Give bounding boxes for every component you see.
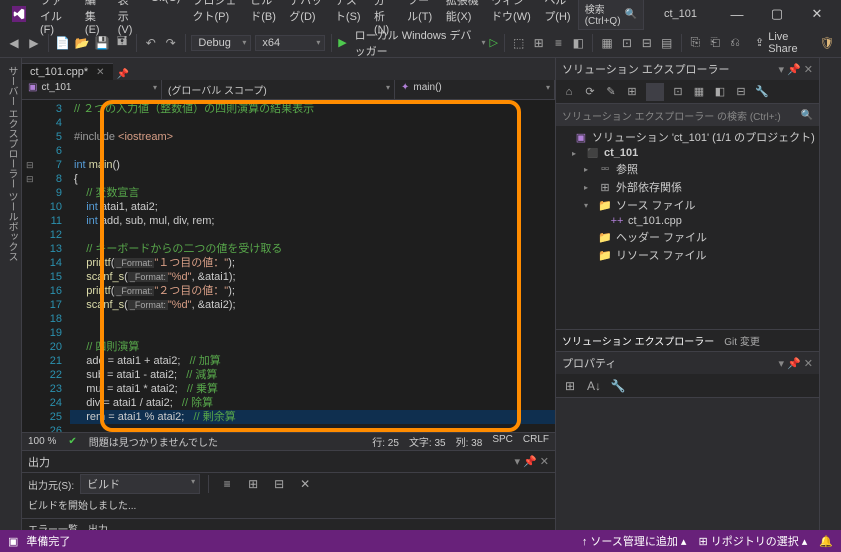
editor-tabs: ct_101.cpp* ✕ 📌	[22, 58, 555, 80]
tb-icon[interactable]: ⬚	[511, 33, 527, 53]
bell-icon[interactable]: 🔔	[819, 535, 833, 548]
add-source-control[interactable]: ↑ ソース管理に追加 ▴	[582, 533, 687, 549]
tab-active[interactable]: ct_101.cpp* ✕	[22, 63, 113, 80]
solution-search[interactable]: ソリューション エクスプローラー の検索 (Ctrl+:) 🔍	[556, 104, 819, 126]
new-icon[interactable]: 📄	[55, 33, 71, 53]
output-title: 出力	[28, 454, 50, 470]
solution-explorer-toolbar: ⌂ ⟳ ✎ ⊞ ⊡ ▦ ◧ ⊟ 🔧	[556, 80, 819, 104]
admin-icon[interactable]: 🛡	[819, 33, 835, 53]
repo-icon: ⊞	[698, 536, 707, 548]
window-buttons: — ▢ ✕	[717, 0, 837, 28]
back-icon[interactable]: ◀	[6, 33, 22, 53]
solution-title: ct_101	[664, 8, 697, 20]
maximize-button[interactable]: ▢	[757, 0, 797, 28]
nav-function[interactable]: ✦main()	[395, 80, 555, 99]
folder-icon: 📁	[598, 231, 612, 244]
dropdown-icon[interactable]: ▾ 📌 ✕	[778, 63, 813, 76]
close-icon[interactable]: ✕	[96, 67, 104, 78]
output-panel: 出力 ▾ 📌 ✕ 出力元(S): ビルド ≡ ⊞ ⊟ ✕ ビルドを開始しました.…	[22, 450, 555, 538]
external-icon: ⊞	[598, 181, 612, 194]
check-icon: ✔	[68, 436, 76, 447]
solution-tree[interactable]: ▣ソリューション 'ct_101' (1/1 のプロジェクト) ▸⬛ct_101…	[556, 126, 819, 329]
tb-icon[interactable]: ⊡	[669, 83, 687, 101]
placeholder: 検索 (Ctrl+Q)	[585, 1, 621, 27]
panel-tab[interactable]: ソリューション エクスプローラー	[562, 333, 714, 348]
toolbar: ◀ ▶ 📄 📂 💾 🖬 ↶ ↷ Debug x64 ▶ ローカル Windows…	[0, 28, 841, 58]
dropdown-icon[interactable]: ▾ 📌 ✕	[778, 357, 813, 370]
solution-icon: ▣	[574, 131, 588, 144]
platform-dropdown[interactable]: x64	[255, 35, 325, 51]
tb-icon[interactable]: ▦	[690, 83, 708, 101]
editor-statusbar: 100 % ✔ 問題は見つかりませんでした 行: 25 文字: 35 列: 38…	[22, 432, 555, 450]
wrench-icon[interactable]: 🔧	[753, 83, 771, 101]
debug-target[interactable]: ローカル Windows デバッガー	[351, 27, 478, 59]
saveall-icon[interactable]: 🖬	[114, 33, 130, 53]
tb-icon[interactable]: ⎗	[707, 33, 723, 53]
nav-project[interactable]: ▣ct_101	[22, 80, 162, 99]
vs-logo-icon	[12, 6, 26, 22]
close-button[interactable]: ✕	[797, 0, 837, 28]
right-rail	[819, 58, 841, 538]
tb-icon[interactable]: ✕	[295, 474, 315, 494]
tb-icon[interactable]: ⊞	[623, 83, 641, 101]
tb-icon[interactable]: ⊞	[531, 33, 547, 53]
project-icon: ⬛	[586, 148, 600, 159]
tb-icon[interactable]: ▤	[659, 33, 675, 53]
live-share[interactable]: ⇪ Live Share	[747, 31, 815, 55]
tb-icon[interactable]: ⊟	[269, 474, 289, 494]
properties-header: プロパティ ▾ 📌 ✕	[556, 352, 819, 374]
output-icon[interactable]: ▣	[8, 535, 18, 548]
tb-icon[interactable]: ⊡	[619, 33, 635, 53]
title-bar: ファイル(F)編集(E)表示(V)Git(G)プロジェクト(P)ビルド(B)デバ…	[0, 0, 841, 28]
tb-icon[interactable]: ⊞	[243, 474, 263, 494]
undo-icon[interactable]: ↶	[143, 33, 159, 53]
solution-explorer-header: ソリューション エクスプローラー ▾ 📌 ✕	[556, 58, 819, 80]
tb-icon[interactable]: ⊟	[732, 83, 750, 101]
tb-icon[interactable]: ✎	[602, 83, 620, 101]
liveshare-icon: ⇪	[755, 36, 764, 49]
config-dropdown[interactable]: Debug	[191, 35, 251, 51]
save-icon[interactable]: 💾	[94, 33, 110, 53]
tb-icon[interactable]: ⎘	[687, 33, 703, 53]
panel-tab[interactable]: Git 変更	[724, 333, 760, 348]
categorize-icon[interactable]: ⊞	[560, 376, 580, 396]
references-icon: ▫▫	[598, 163, 612, 175]
output-src-dropdown[interactable]: ビルド	[80, 474, 200, 494]
tb-icon[interactable]: ≡	[217, 474, 237, 494]
tb-icon[interactable]: ⊟	[639, 33, 655, 53]
tb-icon[interactable]: ◧	[711, 83, 729, 101]
wrench-icon[interactable]: 🔧	[608, 376, 628, 396]
up-icon: ↑	[582, 536, 588, 548]
minimize-button[interactable]: —	[717, 0, 757, 28]
nav-scope[interactable]: (グローバル スコープ)	[162, 80, 395, 99]
search-icon: 🔍	[625, 9, 637, 20]
output-body[interactable]: ビルドを開始しました...	[22, 495, 555, 518]
folder-icon: 📁	[598, 249, 612, 262]
play-nodbg-icon[interactable]: ▷	[490, 36, 498, 49]
tb-icon[interactable]: ▦	[599, 33, 615, 53]
search-box[interactable]: 検索 (Ctrl+Q) 🔍	[578, 0, 644, 30]
properties-body	[556, 398, 819, 538]
repo-select[interactable]: ⊞ リポジトリの選択 ▴	[698, 533, 807, 549]
tb-icon[interactable]: ⟳	[581, 83, 599, 101]
tb-icon[interactable]: ◧	[570, 33, 586, 53]
fwd-icon[interactable]: ▶	[26, 33, 42, 53]
cpp-icon: ++	[610, 215, 624, 227]
redo-icon[interactable]: ↷	[163, 33, 179, 53]
tb-icon[interactable]: ⎌	[727, 33, 743, 53]
folder-icon: 📁	[598, 199, 612, 212]
alpha-icon[interactable]: A↓	[584, 376, 604, 396]
left-rail[interactable]: サーバー エクスプローラー ツールボックス	[0, 58, 22, 538]
dropdown-icon[interactable]: ▾ 📌 ✕	[514, 455, 549, 468]
play-icon[interactable]: ▶	[338, 36, 346, 49]
open-icon[interactable]: 📂	[74, 33, 90, 53]
home-icon[interactable]: ⌂	[560, 83, 578, 101]
pin-icon[interactable]: 📌	[117, 69, 129, 80]
code-navbar: ▣ct_101 (グローバル スコープ) ✦main()	[22, 80, 555, 100]
statusbar: ▣ 準備完了 ↑ ソース管理に追加 ▴ ⊞ リポジトリの選択 ▴ 🔔	[0, 530, 841, 552]
tb-icon[interactable]: ≡	[551, 33, 567, 53]
code-editor[interactable]: 3456⊟7⊟891011121314151617181920212223242…	[22, 100, 555, 432]
